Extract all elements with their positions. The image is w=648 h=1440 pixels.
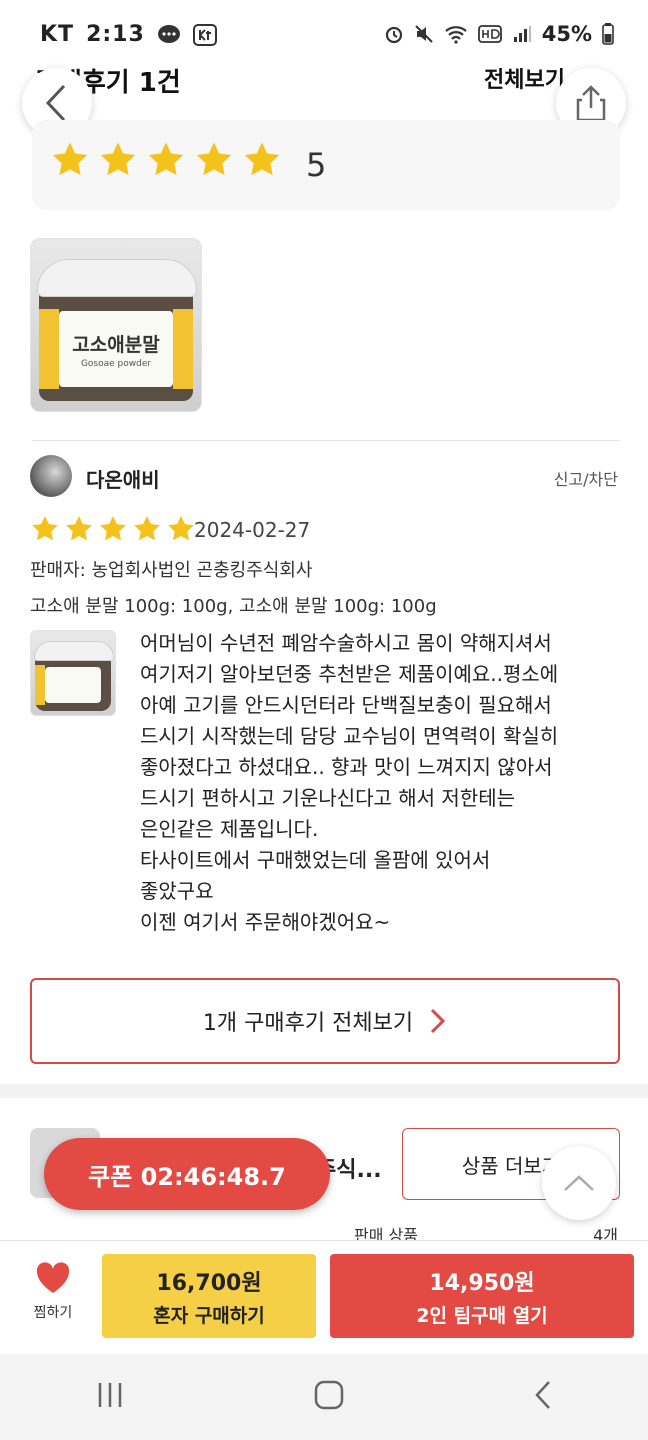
signal-icon [512, 25, 532, 43]
product-label-en: Gosoae powder [80, 358, 152, 369]
divider [32, 440, 620, 441]
seller-name: 판매자: 농업회사법인 곤충킹주식회사 [30, 560, 313, 581]
star-icon [100, 515, 126, 541]
avatar [30, 455, 72, 497]
wifi-icon [444, 24, 468, 44]
purchase-option: 고소애 분말 100g: 100g, 고소애 분말 100g: 100g [30, 596, 437, 617]
status-left: KT 2:13 [40, 22, 217, 47]
wishlist-label: 찜하기 [33, 1305, 73, 1321]
battery-icon [602, 23, 614, 45]
review-body: 어머님이 수년전 폐암수술하시고 몸이 약해지셔서 여기저기 알아보던중 추천받… [140, 631, 559, 934]
home-button[interactable] [314, 1380, 344, 1414]
back-icon [535, 1381, 551, 1409]
star-icon [168, 515, 194, 541]
review-date: 2024-02-27 [194, 518, 311, 542]
team-label: 2인 팀구매 열기 [416, 1304, 548, 1327]
chat-icon [157, 24, 181, 46]
share-icon [576, 85, 606, 122]
view-all-link[interactable]: 전체보기 [484, 62, 565, 94]
solo-purchase-button[interactable]: 16,700원 혼자 구매하기 [102, 1254, 316, 1338]
star-icon [148, 142, 184, 176]
carrier: KT [40, 22, 75, 47]
star-icon [66, 515, 92, 541]
back-nav-button[interactable] [533, 1379, 553, 1415]
star-icon [52, 142, 88, 176]
section-divider [0, 1084, 648, 1098]
review-photo[interactable] [30, 630, 116, 716]
team-purchase-button[interactable]: 14,950원 2인 팀구매 열기 [330, 1254, 634, 1338]
rating-stars [50, 140, 282, 180]
home-icon [314, 1380, 344, 1410]
star-icon [100, 142, 136, 176]
all-reviews-button[interactable]: 1개 구매후기 전체보기 [30, 978, 620, 1064]
hd-icon [477, 25, 502, 43]
team-price: 14,950원 [429, 1270, 535, 1296]
review-stars [30, 514, 196, 544]
system-nav-bar [0, 1354, 648, 1440]
star-icon [134, 515, 160, 541]
wishlist-button[interactable]: 찜하기 [20, 1262, 86, 1322]
chevron-up-icon [564, 1175, 594, 1191]
kt-app-icon [192, 23, 217, 46]
product-label-ko: 고소애분말 [72, 333, 160, 356]
star-icon [244, 142, 280, 176]
solo-price: 16,700원 [156, 1270, 262, 1296]
rating-score: 5 [306, 146, 327, 184]
alarm-icon [384, 24, 404, 44]
battery-percent: 45% [541, 22, 592, 46]
product-photo[interactable]: 고소애분말 Gosoae powder [30, 238, 202, 412]
chevron-left-icon [45, 84, 66, 122]
star-icon [196, 142, 232, 176]
star-icon [32, 515, 58, 541]
recents-button[interactable] [95, 1381, 125, 1413]
status-right: 45% [384, 22, 614, 46]
heart-icon [36, 1262, 70, 1293]
mute-icon [414, 24, 434, 44]
coupon-timer-button[interactable]: 쿠폰 02:46:48.7 [44, 1138, 330, 1210]
all-reviews-label: 1개 구매후기 전체보기 [202, 1011, 414, 1036]
recents-icon [98, 1383, 121, 1407]
solo-label: 혼자 구매하기 [153, 1304, 265, 1327]
reviewer-name: 다온애비 [86, 468, 160, 492]
chevron-right-icon [431, 1008, 446, 1034]
report-block-link[interactable]: 신고/차단 [554, 466, 618, 490]
scroll-top-button[interactable] [542, 1146, 616, 1220]
clock: 2:13 [86, 22, 145, 47]
